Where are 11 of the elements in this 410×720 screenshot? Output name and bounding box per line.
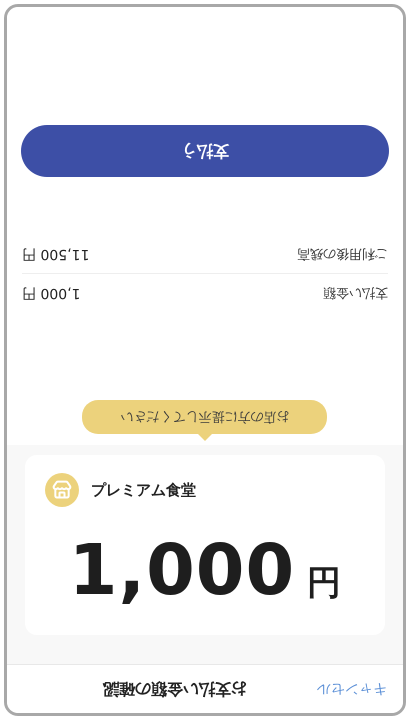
detail-label: ご利用後の残高 (297, 245, 388, 263)
tooltip-bubble: お店の方に提示してください (82, 400, 328, 434)
pay-button[interactable]: 支払う (21, 125, 389, 177)
screen-title: お支払い金額の確認 (103, 680, 247, 700)
detail-value: 1,000 円 (22, 284, 81, 302)
amount-value: 1,000 (68, 529, 296, 611)
store-name: プレミアム食堂 (91, 480, 196, 500)
store-icon (45, 473, 79, 507)
detail-value: 11,500 円 (22, 245, 90, 263)
detail-label: 支払い金額 (323, 284, 388, 302)
currency-unit: 円 (307, 562, 342, 605)
